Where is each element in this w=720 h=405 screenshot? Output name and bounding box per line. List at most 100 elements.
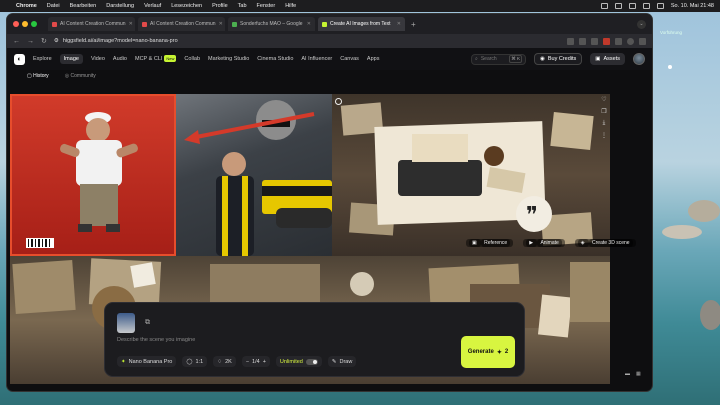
assets-button[interactable]: ▣ Assets	[590, 53, 625, 65]
menu-item-lesezeichen[interactable]: Lesezeichen	[171, 3, 202, 9]
tab-history[interactable]: ▢ History	[27, 73, 49, 79]
back-icon[interactable]: ←	[13, 38, 20, 45]
password-icon[interactable]	[579, 37, 586, 45]
resolution-label: 2K	[225, 358, 232, 365]
buy-credits-button[interactable]: ◉ Buy Credits	[534, 53, 583, 65]
minimize-window-button[interactable]	[22, 21, 28, 27]
tab-title: AI Content Creation Commun	[150, 21, 216, 27]
browser-tab[interactable]: AI Content Creation Commun ✕	[138, 17, 225, 31]
aspect-ratio-select[interactable]: ◯ 1:1	[182, 356, 208, 367]
more-icon[interactable]: ⋮	[601, 132, 607, 139]
profile-icon[interactable]	[627, 37, 634, 45]
tab-title: Sonderfuchs MAO – Google	[240, 21, 303, 27]
battery-icon[interactable]	[628, 3, 636, 9]
add-reference-icon[interactable]: ⧉	[145, 319, 150, 327]
nav-video[interactable]: Video	[91, 56, 105, 62]
menu-item-fenster[interactable]: Fenster	[257, 3, 276, 9]
menu-dots-icon[interactable]	[639, 37, 646, 45]
draw-button[interactable]: ✎ Draw	[327, 356, 357, 367]
man-portrait-image	[26, 112, 138, 248]
new-tab-button[interactable]: +	[411, 20, 416, 29]
extension-icon[interactable]	[615, 37, 622, 45]
menu-item-hilfe[interactable]: Hilfe	[285, 3, 296, 9]
nav-mcp-cli[interactable]: MCP & CLI New	[135, 55, 177, 62]
tab-community[interactable]: ◎ Community	[65, 73, 96, 79]
url-field[interactable]: ⚙ higgsfield.ai/ai/image?model=nano-bana…	[54, 36, 514, 46]
model-select[interactable]: ✦ Nano Banana Pro	[117, 356, 177, 367]
translate-icon[interactable]	[567, 37, 574, 45]
close-tab-icon[interactable]: ✕	[219, 21, 223, 27]
menu-item-darstellung[interactable]: Darstellung	[106, 3, 134, 9]
history-label: History	[33, 73, 49, 79]
close-window-button[interactable]	[13, 21, 19, 27]
history-image[interactable]	[176, 94, 332, 256]
nav-canvas[interactable]: Canvas	[340, 56, 359, 62]
forward-icon[interactable]: →	[27, 38, 34, 45]
avatar[interactable]	[633, 53, 645, 65]
bookmark-star-icon[interactable]	[591, 37, 598, 45]
control-center-icon[interactable]	[656, 3, 664, 9]
reference-button[interactable]: ▣ Reference	[466, 239, 514, 247]
close-tab-icon[interactable]: ✕	[129, 21, 133, 27]
resolution-icon: ♢	[217, 358, 223, 365]
status-icon[interactable]	[614, 3, 622, 9]
extension-icon[interactable]	[603, 37, 610, 45]
svg-text:❞: ❞	[526, 203, 538, 228]
create-3d-button[interactable]: ◈ Create 3D scene	[574, 239, 636, 247]
menu-item-profile[interactable]: Profile	[212, 3, 228, 9]
pencil-icon: ✎	[331, 358, 337, 365]
nav-marketing-studio[interactable]: Marketing Studio	[208, 56, 249, 62]
close-tab-icon[interactable]: ✕	[397, 21, 401, 27]
menu-item-chrome[interactable]: Chrome	[16, 3, 37, 9]
close-tab-icon[interactable]: ✕	[307, 21, 311, 27]
unlimited-toggle[interactable]: Unlimited	[275, 356, 322, 367]
tab-search-button[interactable]: ⌄	[637, 19, 646, 29]
history-image-selected[interactable]	[10, 94, 176, 256]
animate-button[interactable]: ▶ Animate	[523, 239, 565, 247]
select-circle-icon[interactable]	[335, 98, 342, 105]
search-input[interactable]: ⌕ Search ⌘ K	[471, 53, 527, 65]
plus-icon[interactable]: +	[263, 359, 266, 365]
assets-label: Assets	[603, 56, 620, 62]
nav-ai-influencer[interactable]: AI Influencer	[301, 56, 332, 62]
history-image[interactable]: ❞	[332, 94, 610, 256]
menu-item-datei[interactable]: Datei	[47, 3, 60, 9]
generate-button[interactable]: Generate ✦ 2	[461, 336, 515, 368]
browser-tab[interactable]: AI Content Creation Commun ✕	[48, 17, 135, 31]
status-icon[interactable]	[600, 3, 608, 9]
prompt-input[interactable]: Describe the scene you imagine	[117, 337, 195, 343]
heart-icon[interactable]: ♡	[601, 96, 606, 103]
nav-collab[interactable]: Collab	[184, 56, 200, 62]
app-header: ◐ Explore Image Video Audio MCP & CLI New…	[7, 48, 652, 70]
browser-tab-active[interactable]: Create AI Images from Text ✕	[318, 17, 405, 31]
zoom-window-button[interactable]	[31, 21, 37, 27]
grid-icon[interactable]: ▦	[636, 371, 641, 377]
wifi-icon[interactable]	[642, 3, 650, 9]
browser-tab[interactable]: Sonderfuchs MAO – Google ✕	[228, 17, 315, 31]
nav-cinema-studio[interactable]: Cinema Studio	[257, 56, 293, 62]
higgsfield-logo-icon[interactable]: ◐	[14, 53, 25, 65]
resolution-select[interactable]: ♢ 2K	[213, 356, 236, 367]
reload-icon[interactable]: ↻	[41, 37, 47, 45]
download-icon[interactable]: ⤓	[603, 120, 606, 127]
favicon-icon	[142, 21, 147, 27]
copy-icon[interactable]: ❐	[601, 108, 606, 115]
minus-icon[interactable]: −	[246, 359, 249, 365]
count-stepper[interactable]: −1/4 +	[241, 356, 270, 367]
menu-item-tab[interactable]: Tab	[238, 3, 247, 9]
toggle-switch[interactable]	[305, 358, 318, 365]
cube-icon: ◈	[577, 239, 590, 247]
menubar-datetime[interactable]: So. 10. Mai 21:48	[671, 3, 714, 9]
menu-item-verlauf[interactable]: Verlauf	[144, 3, 161, 9]
menu-item-bearbeiten[interactable]: Bearbeiten	[70, 3, 97, 9]
nav-apps[interactable]: Apps	[367, 56, 380, 62]
folder-icon[interactable]: ▬	[625, 371, 630, 377]
nav-audio[interactable]: Audio	[113, 56, 127, 62]
reference-thumbnail[interactable]	[117, 313, 135, 333]
site-info-icon[interactable]: ⚙	[54, 38, 59, 44]
subnav: ▢ History ◎ Community	[7, 70, 652, 82]
nav-image[interactable]: Image	[59, 54, 83, 64]
nav-explore[interactable]: Explore	[33, 56, 52, 62]
favicon-icon	[232, 21, 237, 27]
url-text: higgsfield.ai/ai/image?model=nano-banana…	[62, 38, 178, 44]
